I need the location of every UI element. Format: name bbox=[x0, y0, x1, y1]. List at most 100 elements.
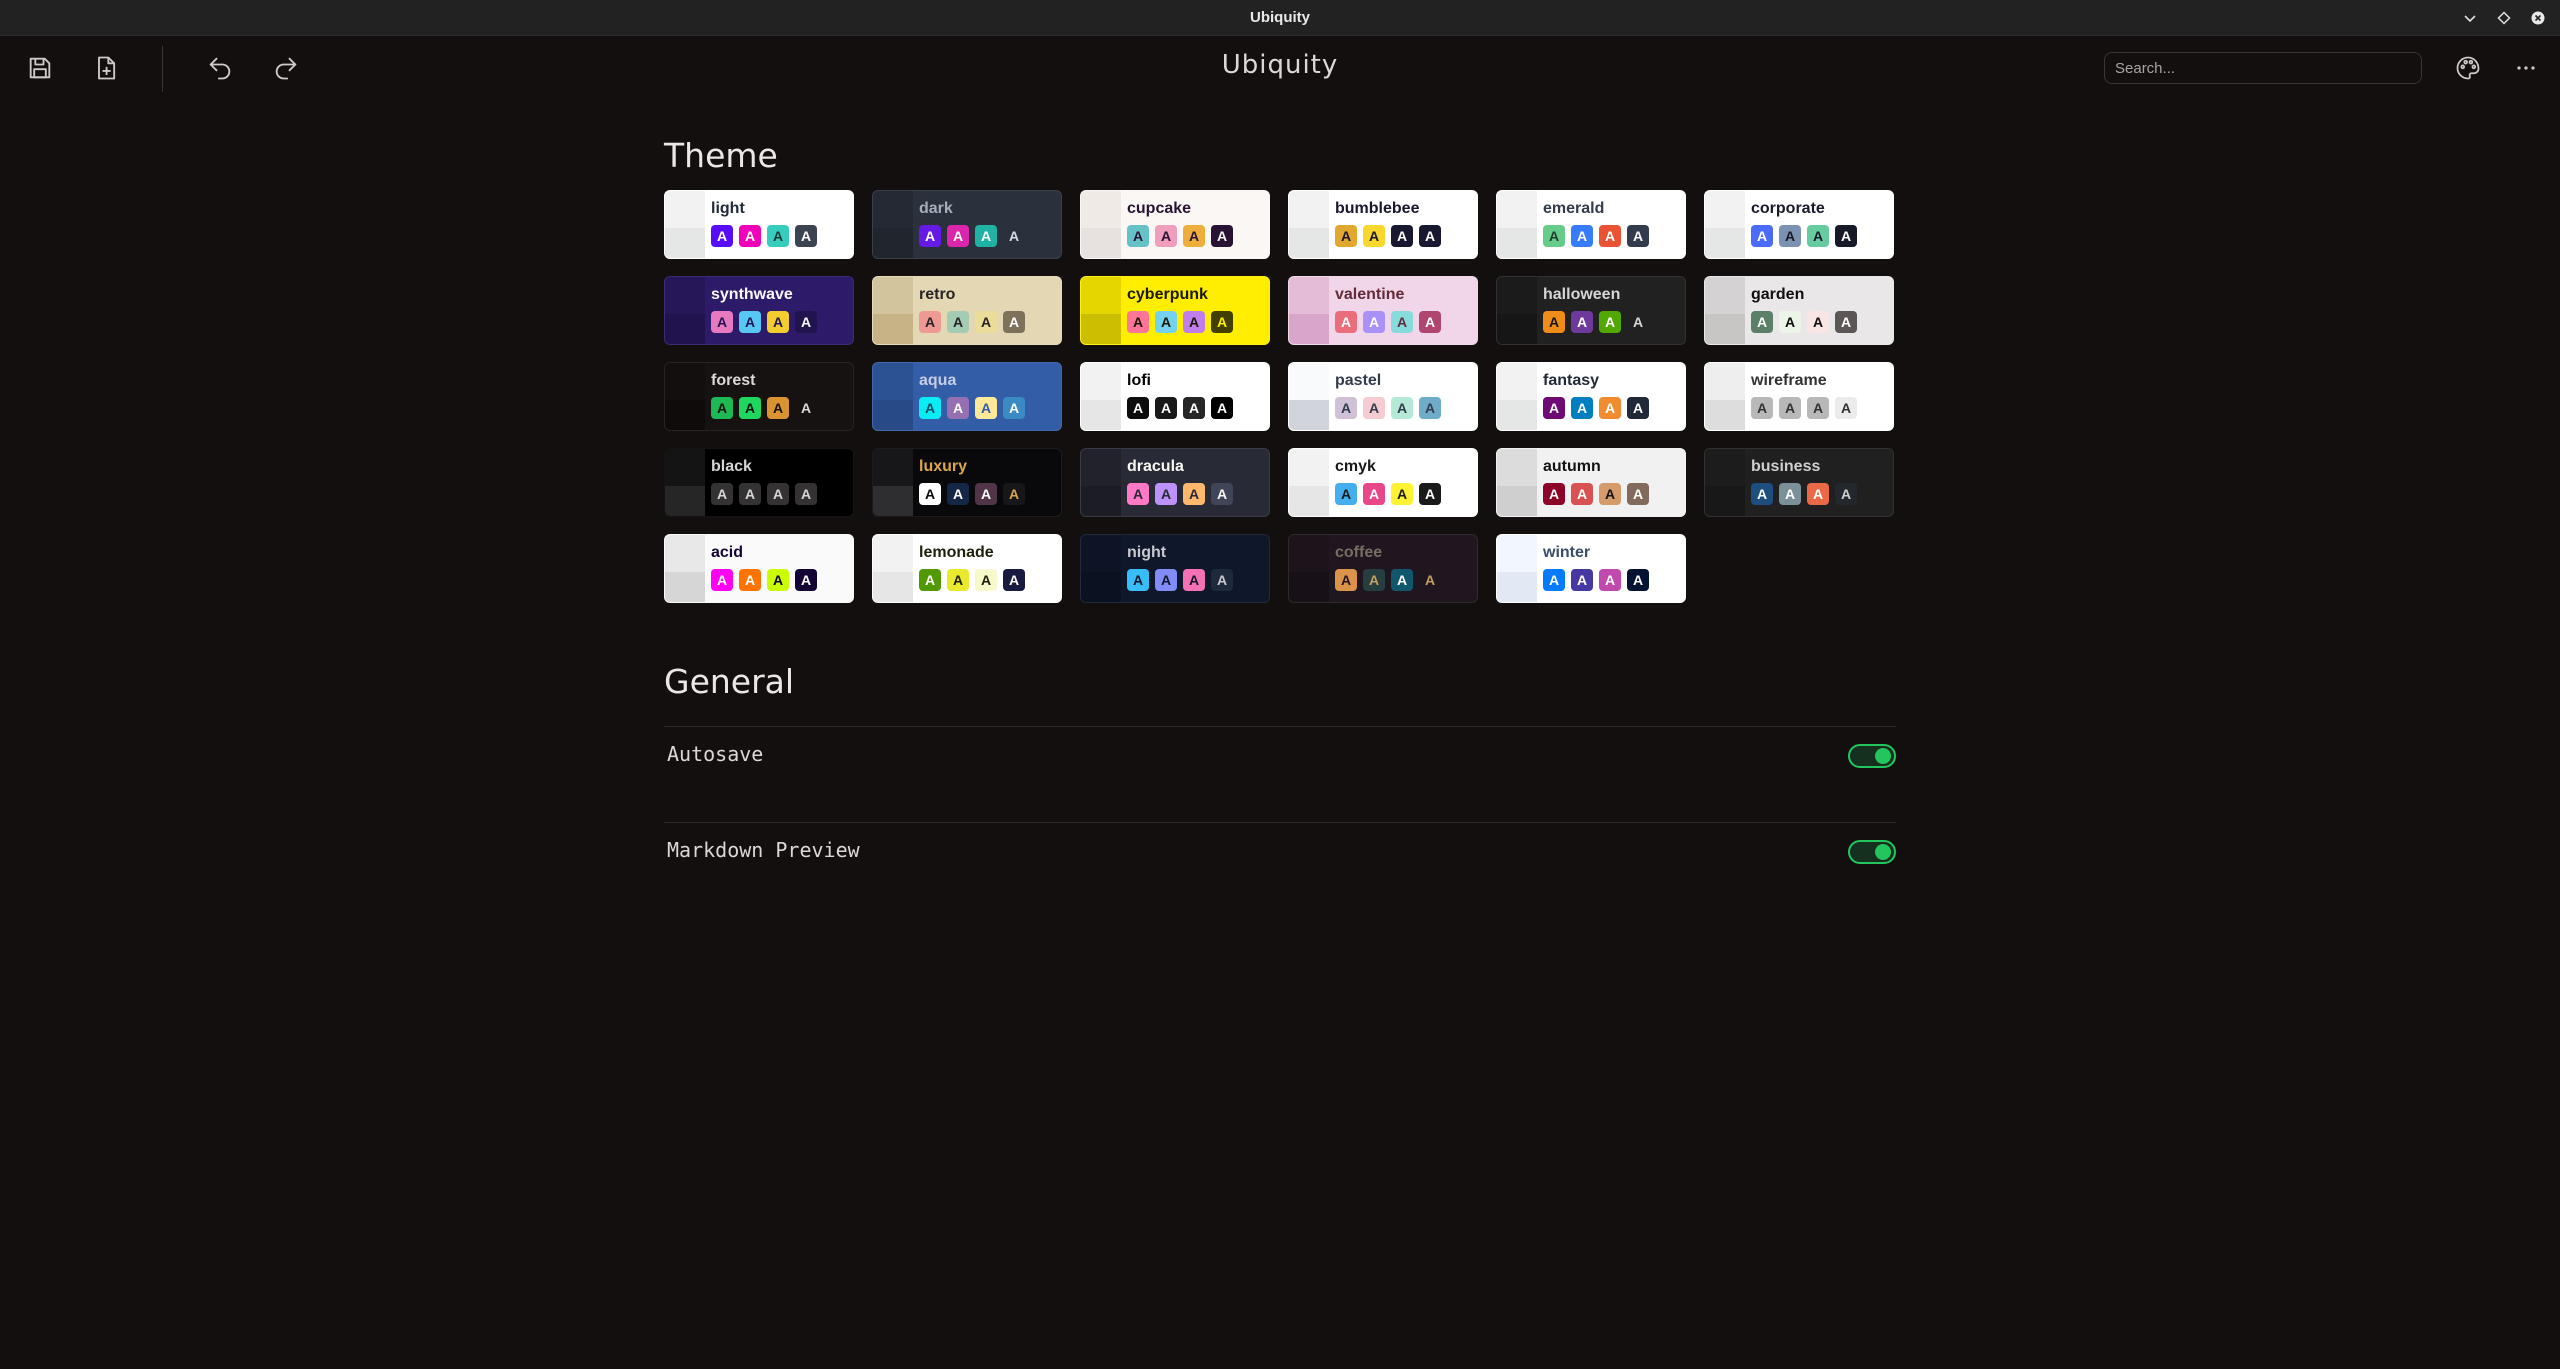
theme-color-swatch: A bbox=[1543, 483, 1565, 505]
theme-name: luxury bbox=[919, 458, 968, 475]
theme-card-coffee[interactable]: coffee A A A A bbox=[1288, 534, 1478, 603]
autosave-toggle[interactable] bbox=[1848, 744, 1896, 768]
theme-card-synthwave[interactable]: synthwave A A A A bbox=[664, 276, 854, 345]
theme-card-halloween[interactable]: halloween A A A A bbox=[1496, 276, 1686, 345]
theme-color-swatch: A bbox=[767, 483, 789, 505]
theme-color-swatch: A bbox=[795, 311, 817, 333]
theme-color-swatch: A bbox=[739, 397, 761, 419]
theme-swatches: AAAA bbox=[919, 397, 1025, 419]
close-icon bbox=[2531, 11, 2545, 25]
theme-preview-strip bbox=[1705, 191, 1745, 258]
theme-card-dark[interactable]: dark A A A A bbox=[872, 190, 1062, 259]
theme-name: halloween bbox=[1543, 286, 1621, 303]
theme-base-swatch bbox=[1705, 313, 1745, 344]
theme-card-wireframe[interactable]: wireframe A A A A bbox=[1704, 362, 1894, 431]
theme-swatches: AAAA bbox=[1127, 483, 1233, 505]
theme-preview-strip bbox=[1289, 191, 1329, 258]
theme-preview-strip bbox=[873, 191, 913, 258]
theme-base-swatch bbox=[665, 227, 705, 258]
theme-name: aqua bbox=[919, 372, 957, 389]
theme-color-swatch: A bbox=[1835, 483, 1857, 505]
theme-color-swatch: A bbox=[1807, 311, 1829, 333]
theme-card-forest[interactable]: forest A A A A bbox=[664, 362, 854, 431]
theme-color-swatch: A bbox=[975, 483, 997, 505]
search-input[interactable] bbox=[2104, 52, 2422, 84]
theme-card-aqua[interactable]: aqua A A A A bbox=[872, 362, 1062, 431]
theme-color-swatch: A bbox=[767, 311, 789, 333]
theme-color-swatch: A bbox=[1807, 397, 1829, 419]
theme-card-lofi[interactable]: lofi A A A A bbox=[1080, 362, 1270, 431]
theme-color-swatch: A bbox=[1391, 311, 1413, 333]
toggle-knob bbox=[1875, 844, 1891, 860]
theme-base-swatch bbox=[873, 363, 913, 400]
theme-button[interactable] bbox=[2450, 50, 2486, 86]
theme-color-swatch: A bbox=[1127, 483, 1149, 505]
theme-card-cmyk[interactable]: cmyk A A A A bbox=[1288, 448, 1478, 517]
theme-color-swatch: A bbox=[795, 569, 817, 591]
theme-card-dracula[interactable]: dracula A A A A bbox=[1080, 448, 1270, 517]
theme-swatches: AAAA bbox=[1543, 569, 1649, 591]
theme-swatches: AAAA bbox=[1751, 483, 1857, 505]
theme-base-swatch bbox=[1705, 485, 1745, 516]
theme-base-swatch bbox=[665, 449, 705, 486]
theme-card-cupcake[interactable]: cupcake A A A A bbox=[1080, 190, 1270, 259]
theme-preview-strip bbox=[1497, 449, 1537, 516]
theme-color-swatch: A bbox=[1183, 397, 1205, 419]
more-menu-button[interactable] bbox=[2508, 50, 2544, 86]
theme-swatches: AAAA bbox=[1335, 225, 1441, 247]
theme-base-swatch bbox=[665, 277, 705, 314]
theme-card-pastel[interactable]: pastel A A A A bbox=[1288, 362, 1478, 431]
theme-base-swatch bbox=[1497, 535, 1537, 572]
theme-base-swatch bbox=[873, 571, 913, 602]
theme-color-swatch: A bbox=[947, 483, 969, 505]
theme-name: dark bbox=[919, 200, 953, 217]
theme-color-swatch: A bbox=[1571, 311, 1593, 333]
theme-card-garden[interactable]: garden A A A A bbox=[1704, 276, 1894, 345]
maximize-button[interactable] bbox=[2496, 10, 2512, 26]
theme-color-swatch: A bbox=[1155, 569, 1177, 591]
close-button[interactable] bbox=[2530, 10, 2546, 26]
theme-color-swatch: A bbox=[919, 569, 941, 591]
theme-base-swatch bbox=[1081, 191, 1121, 228]
theme-preview-strip bbox=[1289, 449, 1329, 516]
theme-base-swatch bbox=[1081, 227, 1121, 258]
theme-swatches: AAAA bbox=[919, 225, 1025, 247]
theme-name: business bbox=[1751, 458, 1821, 475]
theme-card-luxury[interactable]: luxury A A A A bbox=[872, 448, 1062, 517]
theme-card-night[interactable]: night A A A A bbox=[1080, 534, 1270, 603]
diamond-icon bbox=[2497, 11, 2511, 25]
theme-color-swatch: A bbox=[711, 397, 733, 419]
theme-card-lemonade[interactable]: lemonade A A A A bbox=[872, 534, 1062, 603]
theme-color-swatch: A bbox=[1363, 569, 1385, 591]
theme-card-light[interactable]: light A A A A bbox=[664, 190, 854, 259]
theme-preview-strip bbox=[1081, 191, 1121, 258]
markdown-preview-toggle[interactable] bbox=[1848, 840, 1896, 864]
theme-color-swatch: A bbox=[1543, 225, 1565, 247]
theme-card-acid[interactable]: acid A A A A bbox=[664, 534, 854, 603]
theme-base-swatch bbox=[1289, 277, 1329, 314]
theme-preview-strip bbox=[1497, 191, 1537, 258]
theme-card-business[interactable]: business A A A A bbox=[1704, 448, 1894, 517]
theme-card-winter[interactable]: winter A A A A bbox=[1496, 534, 1686, 603]
theme-card-emerald[interactable]: emerald A A A A bbox=[1496, 190, 1686, 259]
minimize-button[interactable] bbox=[2462, 10, 2478, 26]
theme-preview-strip bbox=[1289, 277, 1329, 344]
theme-color-swatch: A bbox=[1627, 483, 1649, 505]
theme-color-swatch: A bbox=[1419, 225, 1441, 247]
theme-card-black[interactable]: black A A A A bbox=[664, 448, 854, 517]
theme-swatches: AAAA bbox=[711, 225, 817, 247]
theme-color-swatch: A bbox=[1751, 311, 1773, 333]
theme-card-fantasy[interactable]: fantasy A A A A bbox=[1496, 362, 1686, 431]
theme-base-swatch bbox=[873, 535, 913, 572]
theme-card-autumn[interactable]: autumn A A A A bbox=[1496, 448, 1686, 517]
theme-color-swatch: A bbox=[739, 311, 761, 333]
theme-color-swatch: A bbox=[711, 569, 733, 591]
theme-card-valentine[interactable]: valentine A A A A bbox=[1288, 276, 1478, 345]
theme-card-bumblebee[interactable]: bumblebee A A A A bbox=[1288, 190, 1478, 259]
theme-color-swatch: A bbox=[1335, 311, 1357, 333]
theme-card-retro[interactable]: retro A A A A bbox=[872, 276, 1062, 345]
theme-card-cyberpunk[interactable]: cyberpunk A A A A bbox=[1080, 276, 1270, 345]
theme-color-swatch: A bbox=[1003, 225, 1025, 247]
theme-name: lemonade bbox=[919, 544, 994, 561]
theme-card-corporate[interactable]: corporate A A A A bbox=[1704, 190, 1894, 259]
